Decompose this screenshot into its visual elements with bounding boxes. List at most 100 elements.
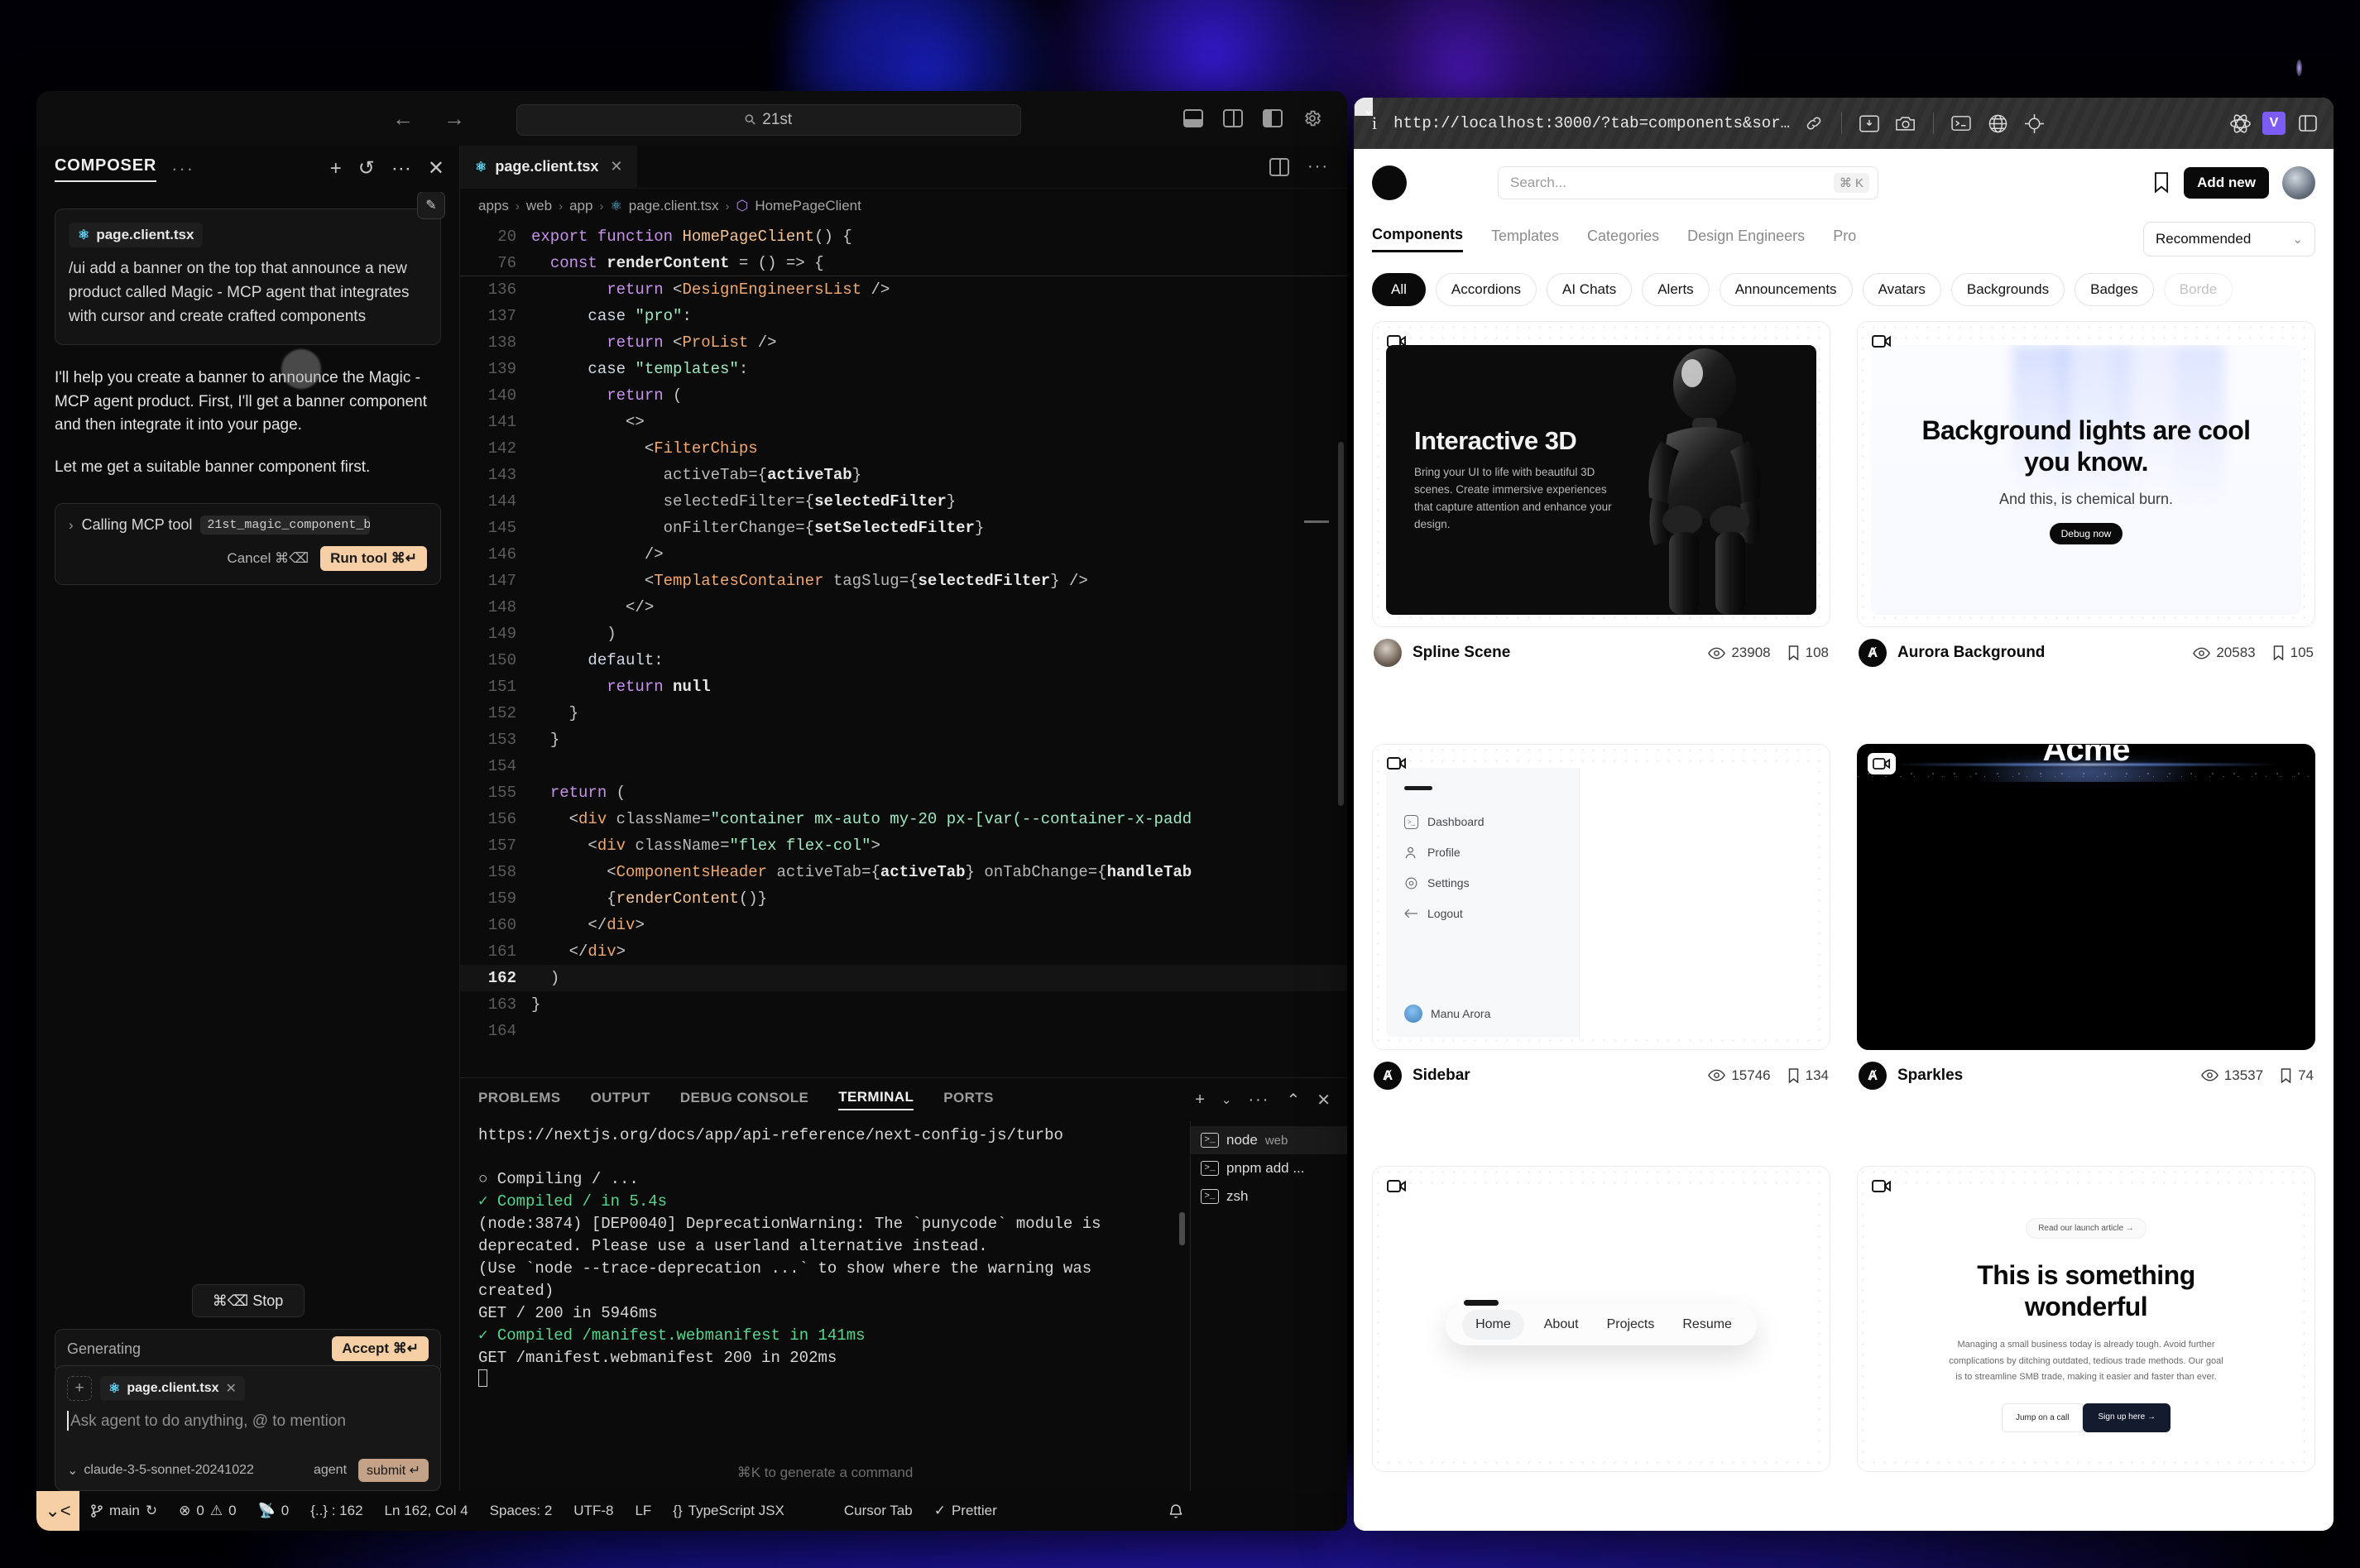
chip-all[interactable]: All (1372, 273, 1426, 306)
terminal-icon[interactable] (1949, 113, 1974, 134)
chip-announcements[interactable]: Announcements (1719, 273, 1853, 306)
editor-more-icon[interactable]: ··· (1307, 157, 1329, 176)
terminal-more-icon[interactable]: ··· (1248, 1091, 1269, 1110)
card-preview[interactable]: Acme (1857, 743, 2315, 1050)
status-ports[interactable]: 📡 0 (247, 1503, 300, 1519)
author-avatar[interactable]: Ⱥ (1374, 1061, 1402, 1090)
breadcrumb-item-file[interactable]: page.client.tsx (629, 198, 719, 214)
author-avatar[interactable]: Ⱥ (1859, 1061, 1887, 1090)
terminal-scrollbar[interactable] (1179, 1212, 1185, 1245)
chevron-right-icon[interactable]: › (69, 517, 74, 534)
close-panel-icon[interactable]: ✕ (1317, 1090, 1331, 1110)
component-card-aurora-background[interactable]: Background lights are cool you know. And… (1857, 321, 2315, 726)
breadcrumb-item-app[interactable]: app (569, 198, 592, 214)
chip-badges[interactable]: Badges (2075, 273, 2154, 306)
tab-debug-console[interactable]: DEBUG CONSOLE (680, 1090, 808, 1110)
nav-item-resume[interactable]: Resume (1682, 1317, 1732, 1332)
status-notifications[interactable] (1008, 1481, 1347, 1531)
search-input[interactable]: Search... ⌘ K (1498, 166, 1878, 199)
model-selector[interactable]: ⌄ claude-3-5-sonnet-20241022 (67, 1462, 254, 1479)
tab-ports[interactable]: PORTS (943, 1090, 994, 1110)
bookmark-icon[interactable] (2152, 172, 2171, 194)
prompt-file-chip[interactable]: ⚛ page.client.tsx (69, 223, 204, 247)
gear-icon[interactable] (1302, 108, 1322, 128)
status-cursor-position[interactable]: Ln 162, Col 4 (374, 1503, 479, 1519)
component-card-floating-nav[interactable]: Home About Projects Resume (1372, 1166, 1830, 1531)
chip-avatars[interactable]: Avatars (1862, 273, 1941, 306)
card-preview[interactable]: >_ Dashboard Profile Settings Logout Man… (1372, 743, 1830, 1050)
chip-alerts[interactable]: Alerts (1642, 273, 1710, 306)
hero-primary-button[interactable]: Sign up here → (2083, 1403, 2171, 1432)
breadcrumb-item-apps[interactable]: apps (478, 198, 509, 214)
composer-overflow-dots[interactable]: ··· (171, 158, 194, 180)
component-card-spline-scene[interactable]: Interactive 3D Bring your UI to life wit… (1372, 321, 1830, 726)
hero-badge[interactable]: Read our launch article → (2026, 1217, 2147, 1239)
terminal-session-zsh[interactable]: >_ zsh (1191, 1182, 1347, 1211)
terminal-split-caret-icon[interactable]: ⌄ (1221, 1092, 1232, 1107)
nav-tab-components[interactable]: Components (1372, 226, 1463, 252)
status-brackets[interactable]: {..} : 162 (300, 1503, 373, 1519)
user-avatar[interactable] (2282, 166, 2315, 199)
nav-item-about[interactable]: About (1544, 1317, 1579, 1332)
composer-textarea[interactable]: Ask agent to do anything, @ to mention (67, 1411, 429, 1431)
component-card-sparkles[interactable]: Acme Ⱥ Sparkles 13537 74 (1857, 743, 2315, 1148)
nav-tab-categories[interactable]: Categories (1587, 228, 1659, 252)
component-card-sidebar[interactable]: >_ Dashboard Profile Settings Logout Man… (1372, 743, 1830, 1148)
sort-dropdown[interactable]: Recommended ⌄ (2143, 222, 2315, 257)
sync-icon[interactable]: ↻ (146, 1503, 157, 1519)
add-context-button[interactable]: + (67, 1376, 92, 1401)
code-scroll-region[interactable]: 136 return <DesignEngineersList /> 137 c… (460, 276, 1347, 1077)
preview-button[interactable]: Debug now (2049, 523, 2123, 545)
nav-tab-templates[interactable]: Templates (1491, 228, 1559, 252)
toggle-panel-icon[interactable] (1183, 109, 1203, 127)
chip-borders[interactable]: Borde (2163, 273, 2233, 306)
card-preview[interactable]: Read our launch article → This is someth… (1857, 1166, 2315, 1473)
v-badge-icon[interactable]: V (2262, 112, 2286, 135)
react-icon[interactable] (2228, 113, 2252, 134)
editor-tab-page-client[interactable]: ⚛ page.client.tsx ✕ (460, 146, 638, 188)
status-encoding[interactable]: UTF-8 (563, 1503, 624, 1519)
nav-tab-design-engineers[interactable]: Design Engineers (1687, 228, 1805, 252)
globe-icon[interactable] (1985, 113, 2010, 134)
tab-problems[interactable]: PROBLEMS (478, 1090, 561, 1110)
status-problems[interactable]: ⊗ 0 ⚠ 0 (168, 1503, 247, 1519)
card-preview[interactable]: Home About Projects Resume (1372, 1166, 1830, 1473)
run-tool-button[interactable]: Run tool ⌘↵ (320, 546, 427, 572)
stop-generation-button[interactable]: ⌘⌫ Stop (191, 1284, 305, 1317)
cursor-logo-icon[interactable]: ⌄< (36, 1491, 79, 1531)
new-terminal-icon[interactable]: + (1195, 1091, 1205, 1110)
maximize-panel-icon[interactable]: ⌃ (1286, 1090, 1300, 1110)
tab-output[interactable]: OUTPUT (591, 1090, 650, 1110)
composer-input-box[interactable]: + ⚛ page.client.tsx ✕ Ask agent to do an… (55, 1365, 441, 1491)
editor-navigation[interactable]: ← → (392, 108, 465, 129)
card-preview[interactable]: Interactive 3D Bring your UI to life wit… (1372, 321, 1830, 627)
accept-button[interactable]: Accept ⌘↵ (332, 1336, 429, 1361)
new-composer-icon[interactable]: + (330, 159, 342, 179)
mode-label[interactable]: agent (314, 1463, 347, 1478)
composer-tab-title[interactable]: COMPOSER (55, 156, 157, 182)
add-new-button[interactable]: Add new ⌄ (1354, 98, 2269, 199)
breadcrumb-item-symbol[interactable]: HomePageClient (755, 198, 861, 214)
nav-item-projects[interactable]: Projects (1607, 1317, 1655, 1332)
camera-icon[interactable] (1893, 113, 1918, 134)
edit-prompt-icon[interactable]: ✎ (417, 192, 445, 219)
close-tab-icon[interactable]: ✕ (610, 158, 622, 175)
terminal-output[interactable]: https://nextjs.org/docs/app/api-referenc… (460, 1121, 1190, 1491)
command-palette-input[interactable]: ⚲ 21st (516, 104, 1021, 136)
site-logo[interactable] (1372, 165, 1407, 200)
more-options-icon[interactable]: ··· (391, 159, 411, 179)
status-eol[interactable]: LF (624, 1503, 662, 1519)
status-branch[interactable]: main ↻ (79, 1503, 168, 1519)
chip-backgrounds[interactable]: Backgrounds (1950, 273, 2065, 306)
component-card-hero[interactable]: Read our launch article → This is someth… (1857, 1166, 2315, 1531)
status-cursor-tab[interactable]: Cursor Tab (833, 1503, 923, 1519)
toggle-primary-sidebar-icon[interactable] (1263, 109, 1283, 127)
target-icon[interactable] (2022, 113, 2046, 134)
tab-terminal[interactable]: TERMINAL (838, 1089, 914, 1110)
split-editor-icon[interactable] (1269, 157, 1290, 176)
cancel-tool-button[interactable]: Cancel ⌘⌫ (227, 550, 309, 567)
address-bar[interactable]: http://localhost:3000/?tab=components&so… (1393, 114, 1790, 132)
terminal-session-node[interactable]: >_ node web (1191, 1126, 1347, 1154)
mcp-tool-row[interactable]: › Calling MCP tool 21st_magic_component_… (69, 515, 427, 535)
panel-toggle-icon[interactable] (2295, 113, 2320, 134)
